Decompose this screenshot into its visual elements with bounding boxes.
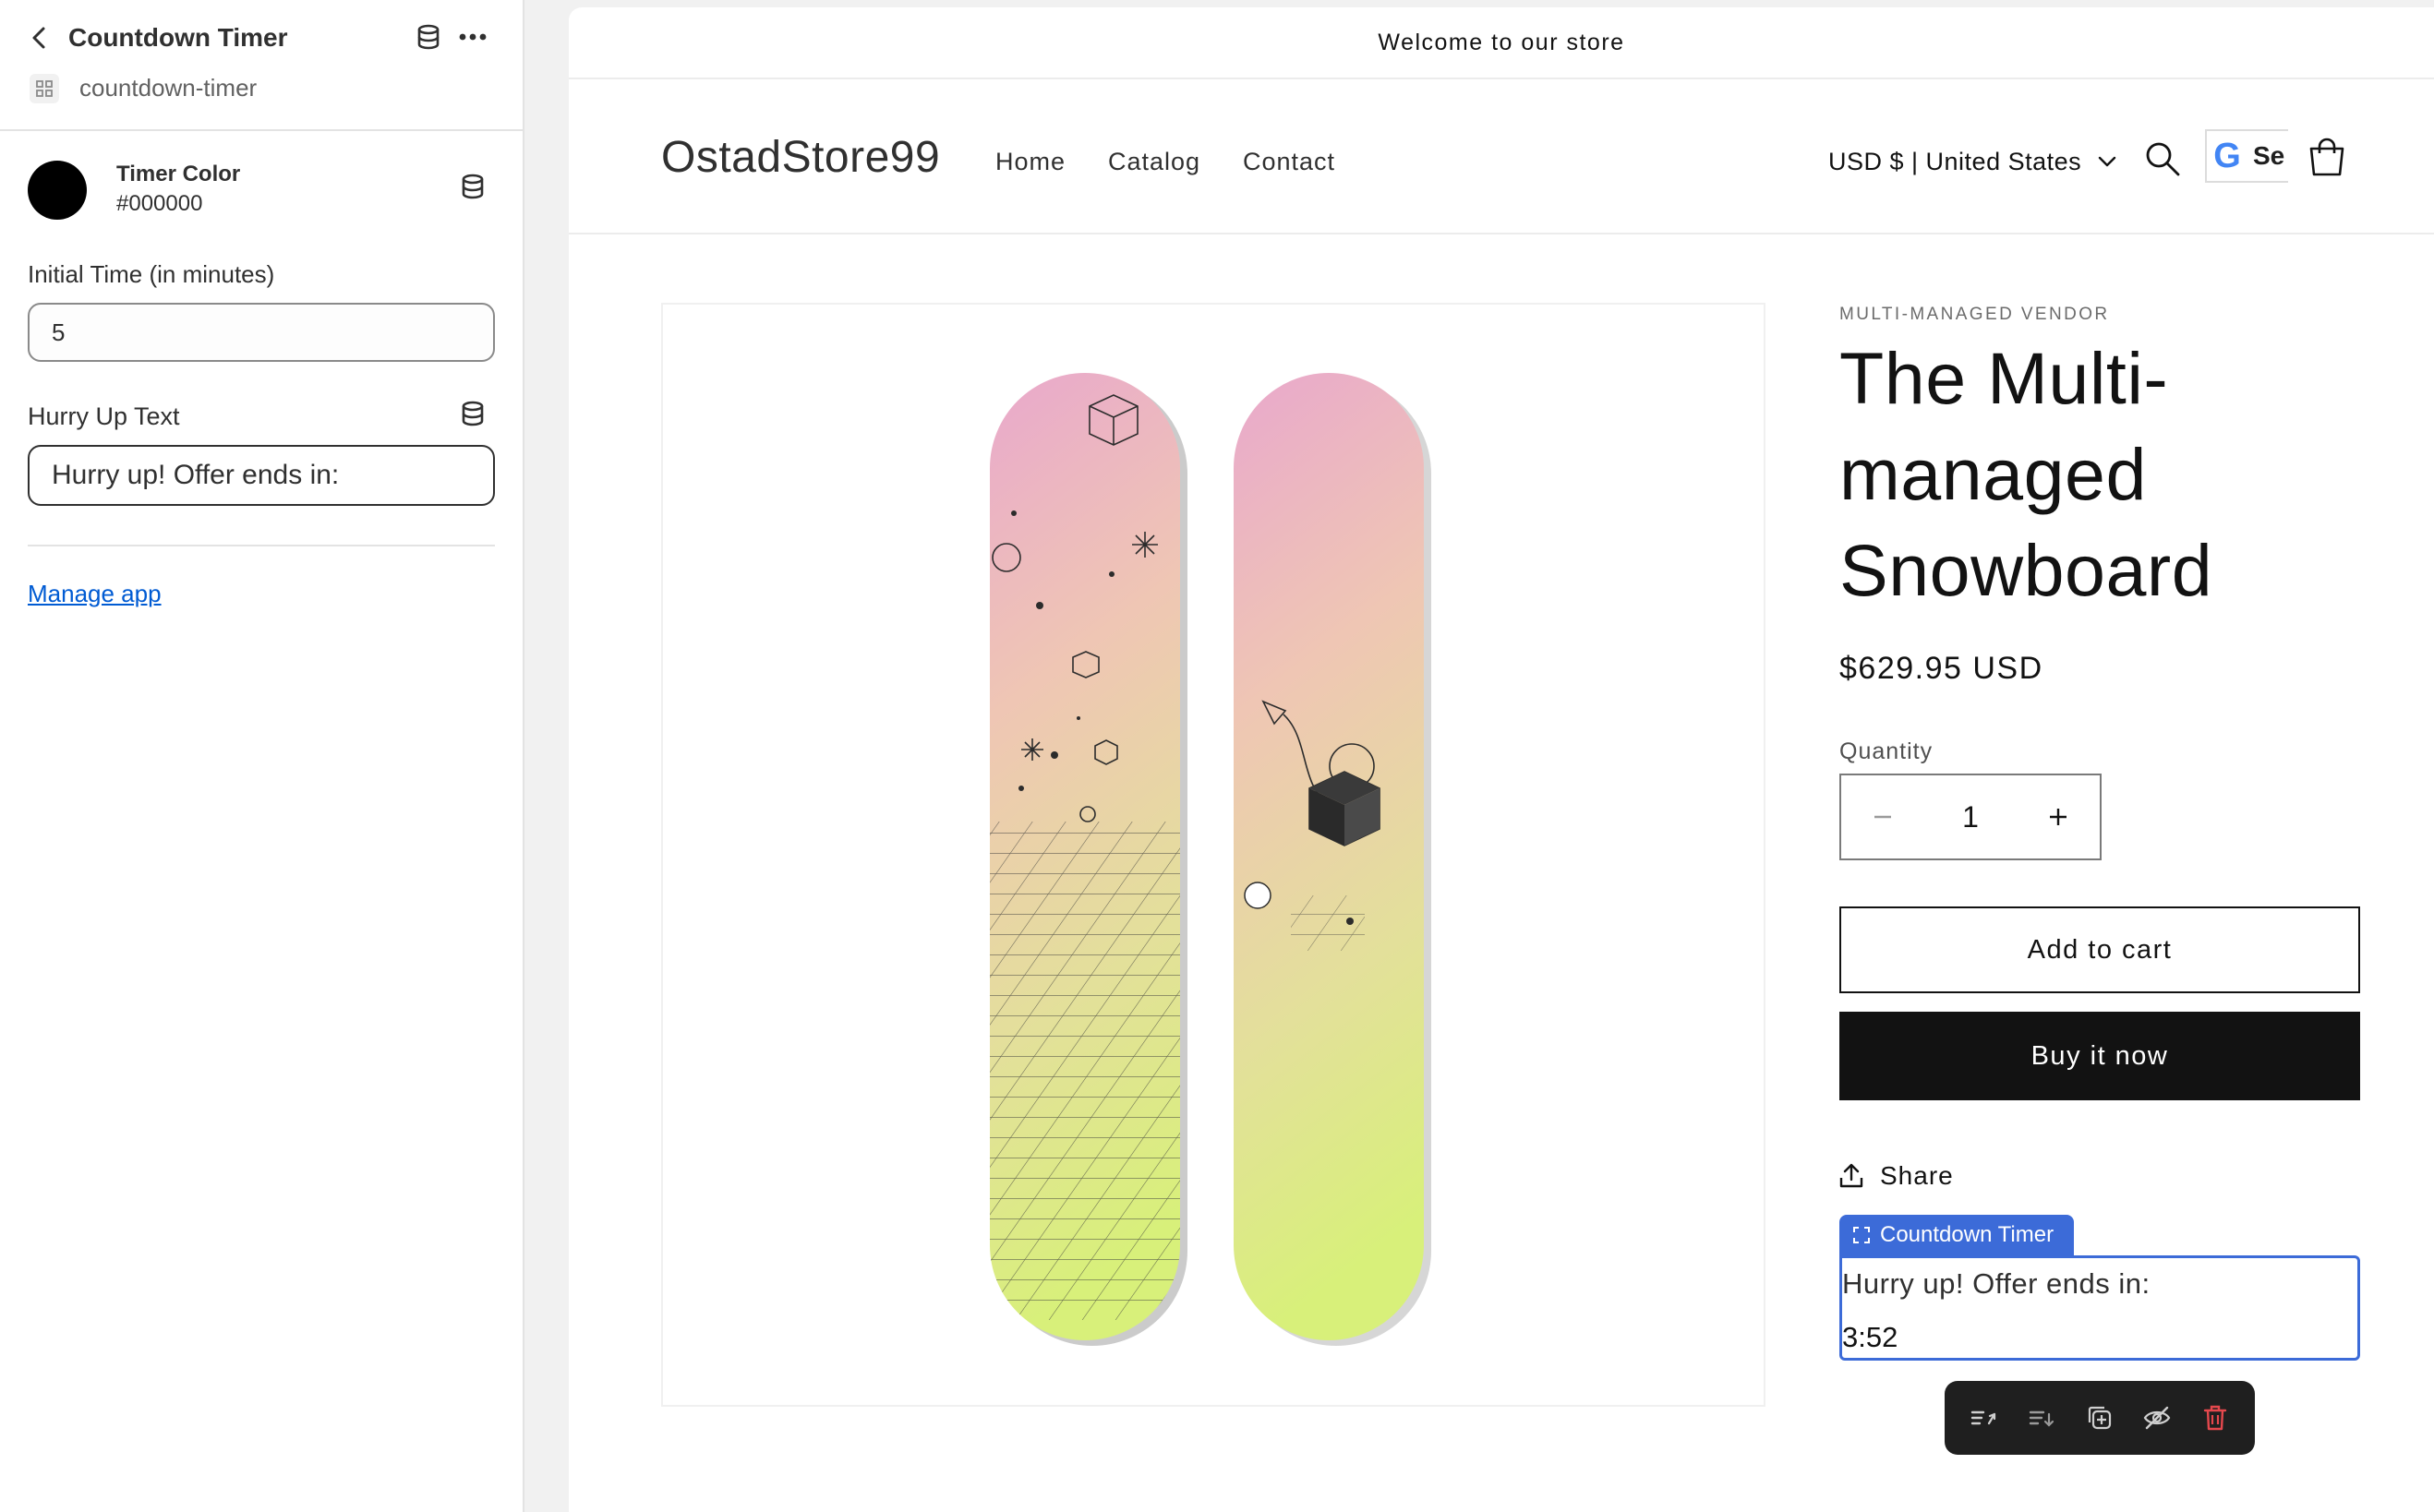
- select-frame-icon: [1853, 1227, 1870, 1243]
- google-sign-in-button[interactable]: G Se: [2205, 129, 2288, 183]
- snowboard-image: [990, 373, 1431, 1346]
- move-down-icon[interactable]: [2020, 1396, 2065, 1440]
- buy-now-button[interactable]: Buy it now: [1839, 1012, 2360, 1100]
- app-block-tag[interactable]: Countdown Timer: [1839, 1215, 2074, 1255]
- timer-color-database-icon[interactable]: [456, 170, 489, 203]
- share-button[interactable]: Share: [1839, 1159, 1954, 1193]
- product-vendor: MULTI-MANAGED VENDOR: [1839, 305, 2110, 324]
- settings-sidebar: Countdown Timer countdown-timer Timer Co…: [0, 0, 524, 1512]
- quantity-stepper: 1: [1839, 774, 2102, 860]
- move-up-icon[interactable]: [1962, 1396, 2006, 1440]
- initial-time-field[interactable]: [28, 303, 495, 362]
- app-block-icon: [30, 74, 59, 103]
- delete-icon[interactable]: [2193, 1396, 2237, 1440]
- google-button-text: Se: [2253, 141, 2285, 170]
- hurry-up-text-label: Hurry Up Text: [28, 402, 180, 430]
- hide-icon[interactable]: [2135, 1396, 2179, 1440]
- store-logo[interactable]: OstadStore99: [661, 133, 940, 183]
- share-label: Share: [1880, 1161, 1954, 1190]
- store-preview: Welcome to our store OstadStore99 Home C…: [569, 7, 2434, 1512]
- duplicate-icon[interactable]: [2078, 1396, 2122, 1440]
- chevron-down-icon: [2098, 156, 2116, 167]
- hurry-up-text-field[interactable]: [28, 445, 495, 506]
- timer-color-value: #000000: [116, 191, 203, 216]
- add-to-cart-button[interactable]: Add to cart: [1839, 906, 2360, 993]
- quantity-value[interactable]: 1: [1924, 800, 2017, 834]
- countdown-timer-block[interactable]: Hurry up! Offer ends in: 3:52: [1839, 1255, 2360, 1361]
- plus-icon: [2050, 809, 2066, 825]
- announcement-bar: Welcome to our store: [569, 7, 2434, 79]
- timer-color-label: Timer Color: [116, 162, 241, 186]
- product-media[interactable]: [661, 303, 1765, 1407]
- hurry-up-text-database-icon[interactable]: [456, 397, 489, 430]
- cart-icon[interactable]: [2305, 135, 2349, 181]
- currency-value: USD $ | United States: [1828, 148, 2082, 175]
- share-icon: [1839, 1163, 1863, 1188]
- manage-app-link[interactable]: Manage app: [28, 578, 162, 609]
- more-options-icon[interactable]: [456, 20, 489, 54]
- search-icon[interactable]: [2142, 138, 2183, 179]
- timer-color-swatch[interactable]: [28, 161, 87, 220]
- sidebar-header: Countdown Timer countdown-timer: [0, 0, 523, 131]
- product-price: $629.95 USD: [1839, 651, 2043, 686]
- sidebar-title: Countdown Timer: [68, 23, 288, 52]
- currency-selector[interactable]: USD $ | United States: [1828, 146, 2116, 177]
- quantity-decrease-button[interactable]: [1841, 775, 1924, 858]
- app-block-tag-label: Countdown Timer: [1880, 1222, 2054, 1247]
- minus-icon: [1874, 815, 1891, 819]
- initial-time-label: Initial Time (in minutes): [28, 260, 275, 288]
- store-header: OstadStore99 Home Catalog Contact USD $ …: [569, 79, 2434, 234]
- countdown-time: 3:52: [1842, 1321, 1898, 1353]
- quantity-increase-button[interactable]: [2017, 775, 2100, 858]
- product-title: The Multi-managed Snowboard: [1839, 337, 2213, 611]
- block-handle: countdown-timer: [79, 74, 258, 102]
- database-icon[interactable]: [412, 20, 445, 54]
- announcement-text: Welcome to our store: [1378, 29, 1625, 55]
- quantity-label: Quantity: [1839, 738, 1934, 764]
- back-icon[interactable]: [26, 22, 52, 54]
- nav-contact[interactable]: Contact: [1243, 146, 1335, 177]
- nav-home[interactable]: Home: [995, 146, 1066, 177]
- google-logo-icon: G: [2213, 137, 2241, 175]
- block-toolbar: [1945, 1381, 2255, 1455]
- countdown-hurry-text: Hurry up! Offer ends in:: [1842, 1267, 2151, 1300]
- sidebar-divider: [28, 545, 495, 546]
- nav-catalog[interactable]: Catalog: [1108, 146, 1200, 177]
